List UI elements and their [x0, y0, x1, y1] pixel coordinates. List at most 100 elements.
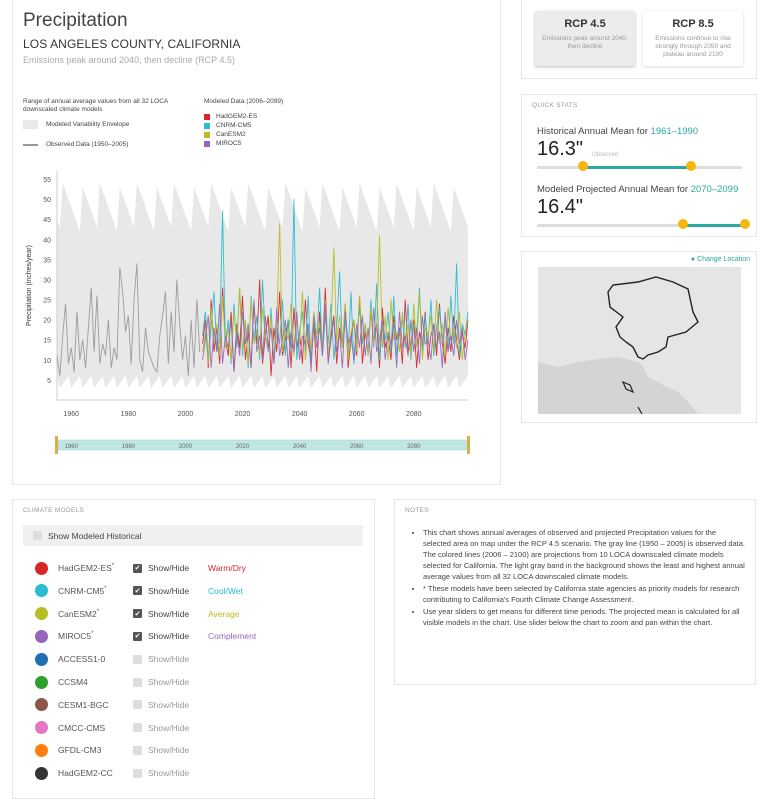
model-category-tag: Average — [208, 608, 240, 619]
model-show-hide-label[interactable]: Show/Hide — [148, 563, 208, 573]
model-name: GFDL-CM3 — [58, 745, 133, 755]
model-priority-star: * — [104, 585, 107, 592]
rcp45-button[interactable]: RCP 4.5 Emissions peak around 2040, then… — [535, 11, 635, 66]
model-show-checkbox[interactable] — [133, 723, 142, 733]
y-tick-label: 15 — [43, 338, 51, 345]
model-show-hide-label[interactable]: Show/Hide — [148, 654, 208, 664]
legend-modeled-title: Modeled Data (2006–2099) — [204, 98, 284, 105]
precipitation-chart[interactable]: 5 10 15 20 25 30 35 40 45 50 55 1960 1980 2000 2020 204… — [13, 163, 500, 463]
historical-sub-label: Observed — [592, 152, 619, 158]
rcp85-button[interactable]: RCP 8.5 Emissions continue to rise stron… — [643, 11, 743, 66]
model-show-hide-label[interactable]: Show/Hide — [148, 609, 208, 619]
projected-mean-value: 16.4" — [537, 196, 584, 218]
show-modeled-historical-toggle[interactable]: Show Modeled Historical — [23, 525, 363, 546]
zoom-slider-tick-label: 2060 — [350, 444, 364, 450]
model-name: CCSM4 — [58, 677, 133, 687]
notes-list: This chart shows annual averages of obse… — [423, 527, 745, 629]
model-show-hide-label[interactable]: Show/Hide — [148, 700, 208, 710]
model-name-text: CMCC-CMS — [58, 722, 106, 733]
envelope-swatch — [23, 120, 38, 129]
historical-mean-value: 16.3" — [537, 138, 584, 160]
climate-models-panel: CLIMATE MODELS Show Modeled Historical H… — [12, 499, 375, 799]
legend-model-label: HadGEM2-ES — [216, 113, 258, 120]
projected-slider-range — [683, 224, 745, 227]
zoom-slider-tick-label: 2040 — [293, 444, 307, 450]
legend-envelope-label: Modeled Variability Envelope — [46, 121, 130, 128]
model-show-checkbox[interactable]: ✔ — [133, 609, 142, 619]
y-tick-label: 45 — [43, 217, 51, 224]
x-tick-label: 2000 — [178, 411, 194, 418]
model-color-dot — [35, 721, 48, 735]
model-show-checkbox[interactable] — [133, 677, 142, 687]
model-row-miroc5: MIROC5* ✔ Show/Hide Complement — [35, 629, 256, 643]
model-priority-star: * — [111, 563, 115, 570]
model-show-checkbox[interactable]: ✔ — [133, 631, 142, 641]
zoom-slider-tick-label: 1980 — [122, 444, 136, 450]
model-name-text: CNRM-CM5 — [58, 585, 105, 596]
model-show-checkbox[interactable]: ✔ — [133, 586, 142, 596]
legend-model-label: CNRM-CM5 — [216, 122, 252, 129]
change-location-link[interactable]: ● Change Location — [691, 256, 750, 263]
x-tick-label: 2020 — [235, 411, 251, 418]
show-historical-checkbox[interactable] — [33, 531, 42, 540]
y-tick-label: 25 — [43, 298, 51, 305]
historical-slider-end-handle[interactable] — [686, 161, 696, 171]
rcp-panel: RCP 4.5 Emissions peak around 2040, then… — [521, 0, 757, 79]
historical-slider-range — [582, 166, 691, 169]
model-color-dot — [35, 561, 48, 575]
model-show-hide-label[interactable]: Show/Hide — [148, 586, 208, 596]
model-show-checkbox[interactable] — [133, 745, 142, 755]
model-color-dot — [35, 743, 48, 757]
model-show-hide-label[interactable]: Show/Hide — [148, 745, 208, 755]
legend-envelope: Modeled Variability Envelope — [23, 120, 129, 129]
rcp85-label: RCP 8.5 — [672, 18, 714, 30]
y-tick-label: 50 — [43, 197, 51, 204]
legend-observed-label: Observed Data (1950–2005) — [46, 141, 129, 148]
model-row-ccsm4: CCSM4 Show/Hide — [35, 675, 208, 689]
map-graphic — [538, 267, 741, 414]
model-row-cmcc-cms: CMCC-CMS Show/Hide — [35, 721, 208, 735]
model-name: MIROC5* — [58, 631, 133, 641]
county-name: LOS ANGELES COUNTY, CALIFORNIA — [23, 37, 241, 51]
zoom-slider-end-handle[interactable] — [467, 436, 470, 454]
model-show-hide-label[interactable]: Show/Hide — [148, 631, 208, 641]
quick-stats-panel: QUICK STATS Historical Annual Mean for 1… — [521, 94, 757, 237]
x-tick-label: 2060 — [349, 411, 365, 418]
location-map[interactable] — [538, 267, 741, 414]
y-tick-label: 35 — [43, 257, 51, 264]
y-axis-label: Precipitation (inches/year) — [26, 245, 33, 326]
model-show-hide-label[interactable]: Show/Hide — [148, 677, 208, 687]
page-title: Precipitation — [23, 10, 128, 31]
projected-slider-end-handle[interactable] — [740, 219, 750, 229]
model-show-checkbox[interactable]: ✔ — [133, 563, 142, 573]
model-show-hide-label[interactable]: Show/Hide — [148, 723, 208, 733]
zoom-slider-start-handle[interactable] — [55, 436, 58, 454]
model-category-tag: Warm/Dry — [208, 563, 246, 573]
model-name: CanESM2* — [58, 609, 133, 619]
note-item: Use year sliders to get means for differ… — [423, 606, 745, 628]
model-show-checkbox[interactable] — [133, 654, 142, 664]
model-row-cnrm-cm5: CNRM-CM5* ✔ Show/Hide Cool/Wet — [35, 584, 243, 598]
historical-slider-start-handle[interactable] — [578, 161, 588, 171]
quick-stats-title: QUICK STATS — [532, 102, 578, 109]
y-tick-label: 10 — [43, 358, 51, 365]
y-tick-label: 20 — [43, 318, 51, 325]
legend-model-item: CanESM2 — [204, 131, 246, 138]
projected-mean-label: Modeled Projected Annual Mean for 2070–2… — [537, 184, 738, 195]
zoom-slider-tick-label: 1960 — [65, 444, 79, 450]
projected-slider-start-handle[interactable] — [678, 219, 688, 229]
zoom-slider-tick-label: 2020 — [236, 444, 250, 450]
y-tick-label: 5 — [47, 378, 51, 385]
rcp45-label: RCP 4.5 — [564, 18, 606, 30]
model-show-checkbox[interactable] — [133, 700, 142, 710]
legend-model-label: CanESM2 — [216, 131, 246, 138]
projected-label-text: Modeled Projected Annual Mean for — [537, 184, 691, 195]
model-name-text: HadGEM2-ES — [58, 563, 112, 573]
model-show-checkbox[interactable] — [133, 768, 142, 778]
model-color-dot — [35, 629, 48, 643]
map-panel: ● Change Location — [521, 251, 757, 423]
legend-model-item: MIROC5 — [204, 140, 241, 147]
model-priority-star: * — [96, 608, 100, 615]
model-show-hide-label[interactable]: Show/Hide — [148, 768, 208, 778]
model-name: CNRM-CM5* — [58, 586, 133, 596]
